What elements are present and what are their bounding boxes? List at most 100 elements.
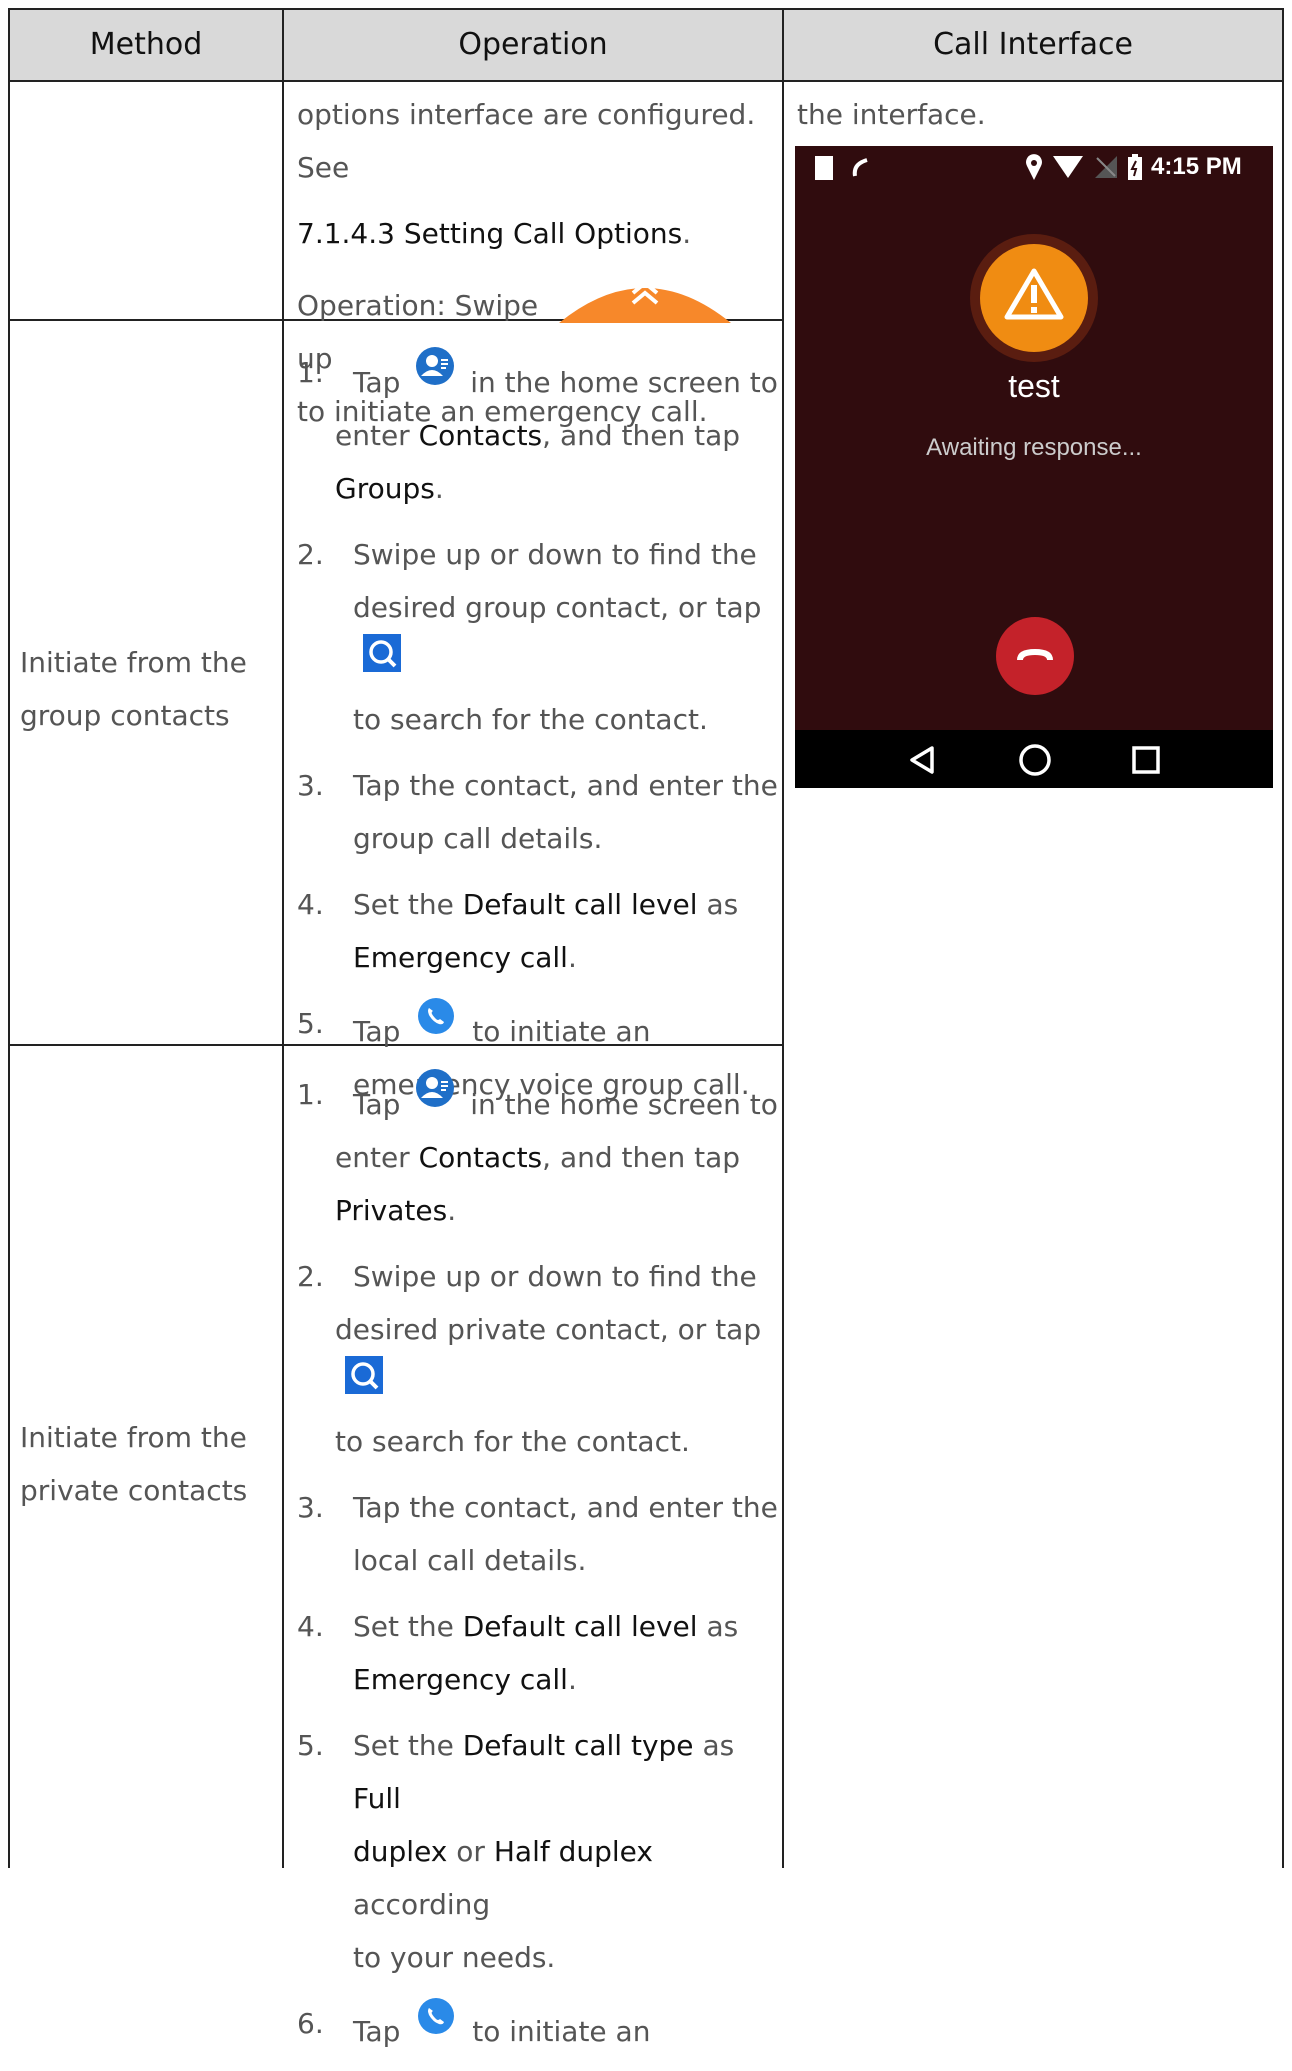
row2-step-2: 2. Swipe up or down to find the desired … [297,528,779,746]
wifi-icon [1053,156,1083,178]
step-text: as [706,1610,739,1643]
step-text: Tap [353,2015,401,2048]
step-text: Tap [353,1088,401,1121]
step-text: local call details. [353,1544,587,1577]
location-icon [1026,154,1042,180]
step-text: Set the [353,1610,454,1643]
hangup-icon[interactable] [995,616,1075,696]
default-call-level-label: Default call level [462,1610,698,1643]
step-text: , and then tap [542,1141,741,1174]
swipe-emergency-icon [559,280,732,323]
warning-icon [970,234,1098,362]
step-number: 2. [297,538,324,571]
step-text: Swipe up or down to find the [353,538,757,571]
row2-method-line1: Initiate from the [20,646,247,679]
step-text: Tap the contact, and enter the [353,1491,778,1524]
step-text: . [567,1663,577,1696]
swipe-prefix: Operation: Swipe [297,289,539,322]
home-icon[interactable] [1018,743,1052,777]
step-text: or [456,1835,485,1868]
back-icon[interactable] [908,745,936,775]
step-number: 4. [297,888,324,921]
step-text: Tap the contact, and enter the [353,769,778,802]
column-divider-2 [782,8,784,1868]
step-number: 2. [297,1260,324,1293]
call-icon [418,998,455,1034]
step-text: in the home screen to [470,1088,778,1121]
full-duplex-label-cont: duplex [353,1835,448,1868]
column-divider-1 [282,8,284,1868]
navigation-bar [795,730,1273,788]
step-number: 3. [297,769,324,802]
step-number: 1. [297,1078,324,1111]
step-text: in the home screen to [470,366,778,399]
groups-label: Groups [335,472,435,505]
row2-step-4: 4. Set the Default call level as Emergen… [297,878,779,984]
call-notification-icon [852,158,868,177]
half-duplex-label: Half duplex [493,1835,653,1868]
default-call-level-label: Default call level [462,888,698,921]
row2-step-1: 1. Tap in the home screen to enter Conta… [297,346,779,515]
row2-method-line2: group contacts [20,699,230,732]
contacts-icon [416,347,455,385]
header-call-interface: Call Interface [933,27,1133,62]
row3-method: Initiate from the private contacts [20,1411,280,1517]
row1-line1: options interface are configured. See [297,98,756,184]
step-text: to search for the contact. [335,1425,690,1458]
step-text: group call details. [353,822,603,855]
row2-method: Initiate from the group contacts [20,636,280,742]
contacts-label: Contacts [418,1141,543,1174]
step-text: as [702,1729,735,1762]
step-number: 6. [297,2007,324,2040]
step-text: enter [335,1141,410,1174]
row3-steps: 1. Tap in the home screen to enter Conta… [297,1068,779,2071]
step-text: Tap [353,1015,401,1048]
recents-icon[interactable] [1132,746,1160,774]
step-text: Set the [353,1729,454,1762]
step-text: desired private contact, or tap [335,1313,762,1346]
step-text: as [706,888,739,921]
step-text: Set the [353,888,454,921]
row2-steps: 1. Tap in the home screen to enter Conta… [297,346,779,1124]
emergency-call-label: Emergency call [353,941,568,974]
step-text: to search for the contact. [353,703,708,736]
row3-step-5: 5. Set the Default call type as Full dup… [297,1719,779,1984]
step-text: . [447,1194,457,1227]
sim-notification-icon [815,156,833,180]
row2-step-3: 3. Tap the contact, and enter the group … [297,759,779,865]
step-text: , and then tap [542,419,741,452]
step-text: to initiate an [472,1015,651,1048]
row3-step-4: 4. Set the Default call level as Emergen… [297,1600,779,1706]
step-number: 4. [297,1610,324,1643]
interface-note: the interface. [797,98,986,131]
step-text: according [353,1888,491,1921]
step-text: Swipe up or down to find the [353,1260,757,1293]
battery-icon [1128,154,1142,180]
contacts-label: Contacts [418,419,543,452]
step-text: . [567,941,577,974]
setting-call-options-link[interactable]: 7.1.4.3 Setting Call Options [297,217,682,250]
call-status-text: Awaiting response... [926,434,1142,461]
status-bar: 4:15 PM [795,146,1273,186]
row3-method-line2: private contacts [20,1474,248,1507]
phone-call-screenshot: 4:15 PM test Awaiting response... [795,146,1273,788]
row3-step-6: 6. Tap to initiate an [297,1997,779,2058]
call-icon [418,1998,455,2034]
step-number: 5. [297,1007,324,1040]
privates-label: Privates [335,1194,448,1227]
emergency-call-label: Emergency call [353,1663,568,1696]
no-signal-icon [1095,156,1117,178]
period: . [682,217,692,250]
step-text: to initiate an [472,2015,651,2048]
step-number: 1. [297,356,324,389]
header-method: Method [89,27,203,62]
status-time: 4:15 PM [1151,153,1242,180]
step-text: Tap [353,366,401,399]
border-left [8,8,10,1868]
search-icon [345,1356,383,1394]
search-icon [363,634,401,672]
row3-method-line1: Initiate from the [20,1421,247,1454]
contact-name: test [1008,368,1060,404]
procedure-table: Method Operation Call Interface options … [8,8,1292,2048]
contacts-icon [416,1069,455,1107]
